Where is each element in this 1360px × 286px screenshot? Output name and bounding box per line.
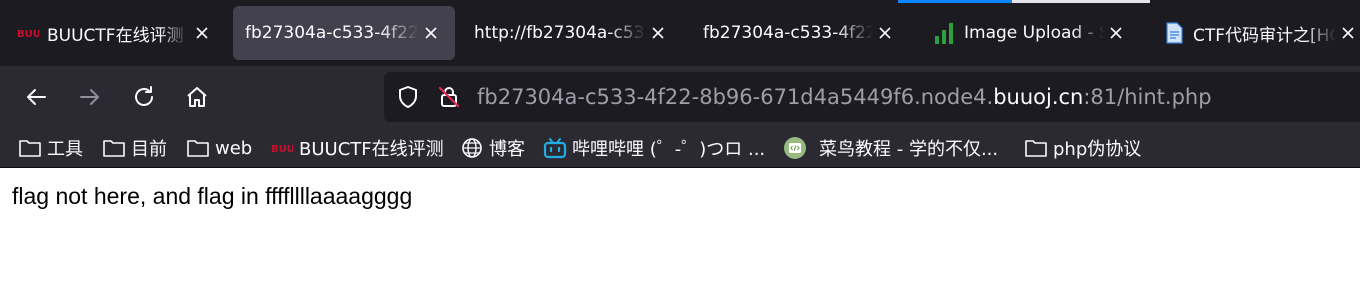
- tab-title: CTF代码审计之[HCT: [1193, 25, 1336, 46]
- navigation-toolbar: fb27304a-c533-4f22-8b96-671d4a5449f6.nod…: [0, 66, 1360, 128]
- close-tab-icon[interactable]: [190, 21, 214, 45]
- document-icon: [1162, 21, 1186, 45]
- folder-icon: [18, 136, 42, 160]
- bilibili-icon: [543, 136, 567, 160]
- tab-http-url[interactable]: http://fb27304a-c533-4f: [462, 6, 682, 60]
- reload-icon: [135, 86, 153, 106]
- tab-title: BUUCTF在线评测: [47, 25, 184, 46]
- folder-icon: [1024, 136, 1048, 160]
- tab-strip: BUU BUUCTF在线评测 fb27304a-c533-4f22-8b96 h…: [0, 0, 1360, 66]
- close-tab-icon[interactable]: [419, 21, 443, 45]
- tab-buuctf[interactable]: BUU BUUCTF在线评测: [0, 6, 228, 60]
- bookmark-folder-tools[interactable]: 工具: [18, 134, 83, 162]
- bookmark-folder-php[interactable]: php伪协议: [1024, 134, 1141, 162]
- reload-button[interactable]: [126, 79, 162, 115]
- tab-title: http://fb27304a-c533-4f: [474, 23, 646, 43]
- tab-image-upload[interactable]: Image Upload - Serv: [920, 6, 1140, 60]
- forward-arrow-icon: [80, 89, 99, 105]
- close-tab-icon[interactable]: [646, 21, 670, 45]
- url-path: :81/hint.php: [1083, 85, 1212, 109]
- shield-icon[interactable]: [396, 85, 420, 109]
- url-prefix: fb27304a-c533-4f22-8b96-671d4a5449f6.nod…: [477, 85, 994, 109]
- tab-title: Image Upload - Serv: [964, 23, 1104, 43]
- folder-icon: [186, 136, 210, 160]
- insecure-lock-icon[interactable]: [437, 85, 461, 109]
- tab-node[interactable]: fb27304a-c533-4f22-8b96: [691, 6, 909, 60]
- bookmark-label: php伪协议: [1053, 139, 1142, 160]
- url-text[interactable]: fb27304a-c533-4f22-8b96-671d4a5449f6.nod…: [477, 85, 1212, 109]
- globe-icon: [460, 136, 484, 160]
- bookmark-buuctf[interactable]: BUU BUUCTF在线评测: [270, 134, 444, 162]
- bookmark-bilibili[interactable]: 哔哩哔哩 (゜-゜)つロ ...: [543, 134, 765, 162]
- buuctf-favicon-icon: BUU: [16, 21, 40, 45]
- folder-icon: [102, 136, 126, 160]
- bookmark-label: 目前: [131, 139, 167, 160]
- back-button[interactable]: [18, 79, 54, 115]
- page-body-text: flag not here, and flag in ffffllllaaaag…: [12, 183, 413, 209]
- close-tab-icon[interactable]: [873, 21, 897, 45]
- home-button[interactable]: [179, 79, 215, 115]
- url-domain: buuoj.cn: [993, 85, 1084, 109]
- back-arrow-icon: [27, 89, 46, 105]
- tab-title: fb27304a-c533-4f22-8b96: [245, 23, 419, 43]
- bookmark-folder-web[interactable]: web: [186, 134, 252, 162]
- tab-title: fb27304a-c533-4f22-8b96: [703, 23, 873, 43]
- tab-hover-indicator: [1012, 0, 1150, 3]
- bookmarks-toolbar: 工具 目前 web BUU BUUCTF在线评测 博客 哔哩哔哩 (゜-゜)つロ…: [0, 128, 1360, 168]
- signal-bars-icon: [932, 21, 956, 45]
- bookmark-label: web: [215, 137, 253, 159]
- bookmark-label: BUUCTF在线评测: [299, 139, 444, 160]
- buuctf-favicon-icon: BUU: [270, 136, 294, 160]
- close-tab-icon[interactable]: [1104, 21, 1128, 45]
- bookmark-label: 工具: [47, 139, 83, 160]
- svg-text:BUU: BUU: [17, 29, 39, 40]
- close-tab-icon[interactable]: [1336, 21, 1360, 45]
- bookmark-label: 哔哩哔哩 (゜-゜)つロ ...: [572, 139, 766, 160]
- bookmark-folder-current[interactable]: 目前: [102, 134, 167, 162]
- home-icon: [187, 87, 207, 107]
- bookmark-runoob[interactable]: 菜鸟教程 - 学的不仅...: [783, 134, 998, 162]
- svg-text:BUU: BUU: [271, 144, 293, 155]
- runoob-icon: [783, 136, 807, 160]
- tab-ctf-code-audit[interactable]: CTF代码审计之[HCT: [1150, 6, 1360, 60]
- forward-button[interactable]: [72, 79, 108, 115]
- tab-loading-indicator: [898, 0, 1012, 3]
- page-content: flag not here, and flag in ffffllllaaaag…: [0, 169, 1360, 286]
- bookmark-label: 博客: [489, 139, 525, 160]
- tab-hint-php[interactable]: fb27304a-c533-4f22-8b96: [233, 6, 455, 60]
- bookmark-blog[interactable]: 博客: [460, 134, 525, 162]
- url-bar[interactable]: fb27304a-c533-4f22-8b96-671d4a5449f6.nod…: [384, 72, 1360, 122]
- bookmark-label: 菜鸟教程 - 学的不仅...: [819, 139, 999, 160]
